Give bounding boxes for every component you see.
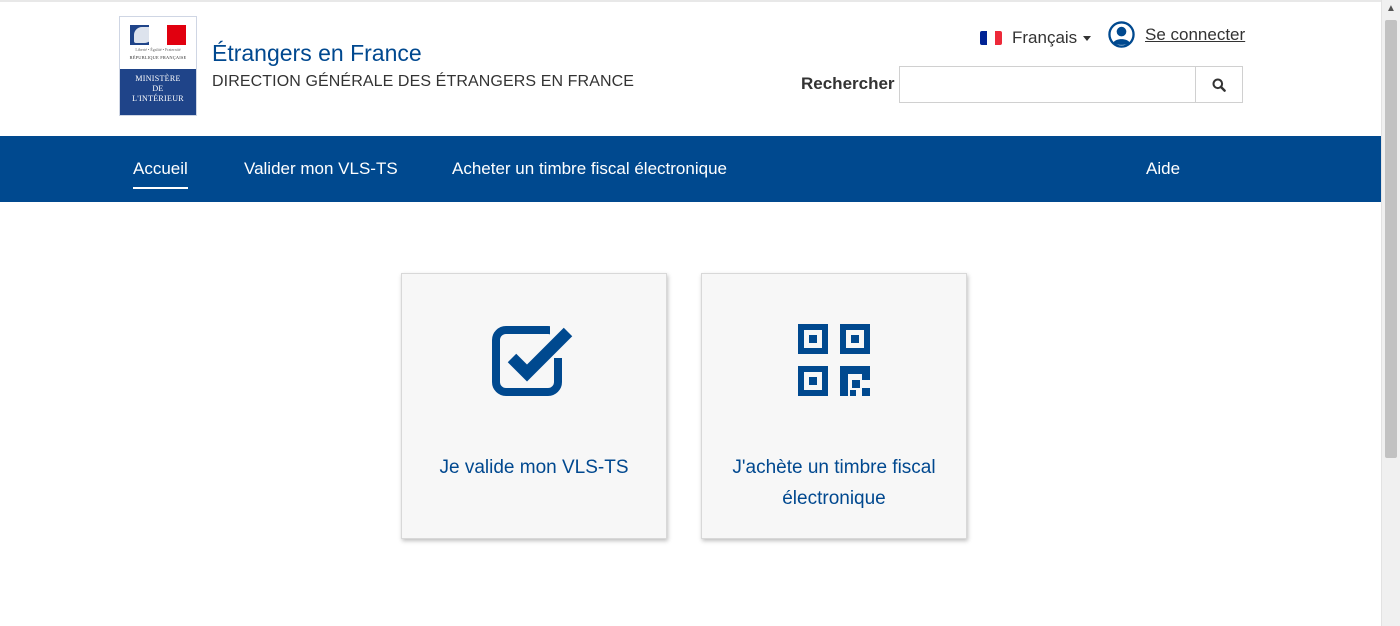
language-label: Français: [1012, 28, 1078, 47]
card-label-line: J'achète un timbre fiscal: [732, 457, 936, 478]
card-label-line: électronique: [782, 488, 886, 509]
language-selector[interactable]: Français: [980, 26, 1092, 50]
main-nav: Accueil Valider mon VLS-TS Acheter un ti…: [0, 136, 1381, 202]
search-button[interactable]: [1195, 66, 1243, 103]
logo-motto: Liberté • Égalité • Fraternité: [135, 47, 181, 52]
search-icon: [1212, 78, 1226, 92]
french-flag-icon: [980, 31, 1002, 45]
search-input[interactable]: [899, 66, 1196, 103]
site-subtitle: DIRECTION GÉNÉRALE DES ÉTRANGERS EN FRAN…: [212, 73, 635, 90]
logo-ministry-block: MINISTÈRE DE L'INTÉRIEUR: [120, 69, 196, 115]
search-label: Rechercher: [801, 74, 895, 93]
site-header: Liberté • Égalité • Fraternité RÉPUBLIQU…: [0, 2, 1381, 136]
scrollbar-thumb[interactable]: [1385, 20, 1397, 458]
page-scrollbar[interactable]: ▲: [1381, 0, 1400, 626]
nav-item-aide[interactable]: Aide: [1146, 136, 1180, 202]
nav-item-valider-vls-ts[interactable]: Valider mon VLS-TS: [244, 136, 398, 202]
card-buy-fiscal-stamp[interactable]: J'achète un timbre fiscal électronique: [701, 273, 967, 539]
caret-down-icon: [1083, 35, 1092, 41]
nav-item-acheter-timbre[interactable]: Acheter un timbre fiscal électronique: [452, 136, 727, 202]
card-label: Je valide mon VLS-TS: [439, 457, 629, 478]
logo-ministry-line: L'INTÉRIEUR: [132, 94, 184, 103]
logo-republic-block: Liberté • Égalité • Fraternité RÉPUBLIQU…: [120, 17, 196, 69]
user-circle-icon[interactable]: [1108, 21, 1135, 48]
logo-ministry-line: MINISTÈRE: [135, 74, 181, 83]
qrcode-icon: [798, 324, 870, 396]
nav-item-accueil[interactable]: Accueil: [133, 136, 188, 202]
card-label: J'achète un timbre fiscal électronique: [712, 452, 956, 514]
checkbox-checked-icon: [492, 324, 576, 396]
scroll-up-arrow-icon[interactable]: ▲: [1382, 0, 1400, 18]
logo-ministry-line: DE: [152, 84, 164, 93]
login-link[interactable]: Se connecter: [1145, 25, 1245, 45]
site-title[interactable]: Étrangers en France: [212, 40, 422, 67]
ministry-logo[interactable]: Liberté • Égalité • Fraternité RÉPUBLIQU…: [119, 16, 197, 116]
card-validate-vls-ts[interactable]: Je valide mon VLS-TS: [401, 273, 667, 539]
logo-republic-text: RÉPUBLIQUE FRANÇAISE: [129, 55, 187, 60]
